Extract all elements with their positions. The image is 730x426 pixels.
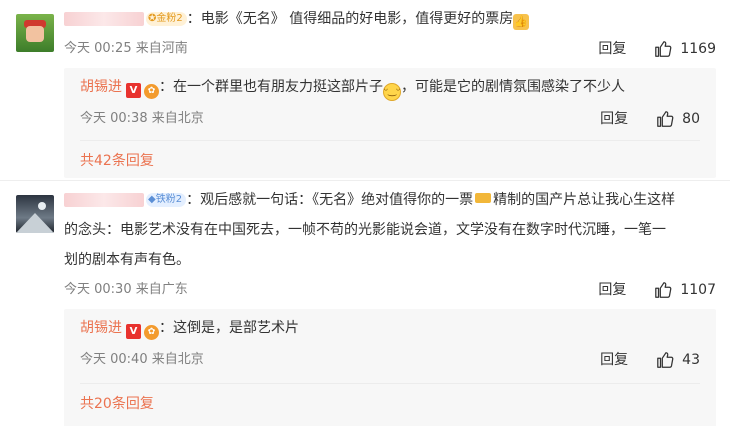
comment-actions: 回复 1169 (598, 34, 716, 64)
grin-emoji-icon: ᵕ‿ᵕ (383, 83, 401, 101)
reply-button[interactable]: 回复 (600, 345, 628, 375)
comment-text: 电影《无名》 值得细品的好电影，值得更好的票房 (200, 11, 514, 27)
thumbs-up-icon[interactable] (656, 110, 674, 128)
reply-author[interactable]: 胡锡进 (80, 79, 122, 95)
comment-text-line3: 划的剧本有声有色。 (64, 252, 190, 268)
reply-line: 胡锡进 V ✿ ：这倒是，是部艺术片 (80, 309, 716, 345)
comment-text: 观后感就一句话：《无名》绝对值得你的一票 (200, 192, 474, 208)
fan-badge[interactable]: ✪金粉2 (146, 12, 187, 26)
medal-icon: ✿ (144, 325, 159, 340)
reply-meta: 今天 00:38 来自北京 回复 80 (80, 104, 716, 134)
comment-text-line2: 的念头：电影艺术没有在中国死去，一帧不苟的光影能说会道，文学没有在数字时代沉睡，… (64, 222, 666, 238)
comment-location: 来自广东 (135, 282, 188, 297)
thumbs-up-icon[interactable] (654, 40, 672, 58)
reply-text: 这倒是，是部艺术片 (173, 320, 299, 336)
thumbs-up-icon[interactable] (656, 351, 674, 369)
avatar[interactable] (16, 14, 54, 52)
colon: ： (186, 11, 201, 27)
more-replies-link[interactable]: 共42条回复 (80, 140, 700, 181)
reply-time: 今天 00:40 (80, 352, 148, 367)
comment-text-cont: 精制的国产片总让我心生这样 (493, 192, 676, 208)
comment-item: ◆铁粉2 ：观后感就一句话：《无名》绝对值得你的一票 精制的国产片总让我心生这样 的念… (0, 180, 730, 426)
reply-location: 来自北京 (151, 111, 204, 126)
reply-author[interactable]: 胡锡进 (80, 320, 122, 336)
reply-box: 胡锡进 V ✿ ：在一个群里也有朋友力挺这部片子ᵕ‿ᵕ，可能是它的剧情氛围感染了不少人… (64, 68, 716, 178)
like-count: 1169 (680, 41, 716, 57)
comment-item: ✪金粉2 ：电影《无名》 值得细品的好电影，值得更好的票房👍 今天 00:25 来… (0, 0, 730, 180)
avatar-moon-shape (38, 202, 46, 210)
avatar-face-shape (26, 26, 44, 42)
more-replies-link[interactable]: 共20条回复 (80, 383, 700, 424)
avatar-mountain-shape (16, 213, 54, 233)
colon: ： (159, 320, 173, 336)
ticket-emoji-icon (475, 193, 492, 203)
reply-time: 今天 00:38 (80, 111, 148, 126)
verified-v-icon: V (126, 83, 141, 98)
reply-meta: 今天 00:40 来自北京 回复 43 (80, 345, 716, 375)
comment-meta: 今天 00:30 来自广东 回复 1107 (64, 275, 730, 305)
reply-location: 来自北京 (151, 352, 204, 367)
reply-button[interactable]: 回复 (600, 104, 628, 134)
username-blurred[interactable] (64, 12, 144, 26)
comment-time: 今天 00:30 (64, 282, 132, 297)
reply-actions: 回复 43 (600, 345, 700, 375)
diamond-icon: ◆ (148, 194, 156, 205)
like-count: 1107 (680, 282, 716, 298)
reply-box: 胡锡进 V ✿ ：这倒是，是部艺术片 今天 00:40 来自北京 回复 43 共20条… (64, 309, 716, 426)
fan-badge-label: 金粉2 (156, 13, 183, 24)
like-count: 43 (682, 352, 700, 368)
like-count: 80 (682, 111, 700, 127)
verified-v-icon: V (126, 324, 141, 339)
avatar[interactable] (16, 195, 54, 233)
thumbs-up-emoji-icon: 👍 (513, 14, 530, 30)
comment-body: ✪金粉2 ：电影《无名》 值得细品的好电影，值得更好的票房👍 (64, 0, 730, 34)
username-blurred[interactable] (64, 193, 144, 207)
reply-actions: 回复 80 (600, 104, 700, 134)
medal-icon: ✿ (144, 84, 159, 99)
fan-badge[interactable]: ◆铁粉2 (146, 193, 187, 207)
thumbs-up-icon[interactable] (654, 281, 672, 299)
colon: ： (186, 192, 201, 208)
comment-location: 来自河南 (135, 41, 188, 56)
fan-badge-label: 铁粉2 (155, 194, 183, 205)
reply-line: 胡锡进 V ✿ ：在一个群里也有朋友力挺这部片子ᵕ‿ᵕ，可能是它的剧情氛围感染了不少人 (80, 68, 716, 104)
comment-actions: 回复 1107 (598, 275, 716, 305)
reply-button[interactable]: 回复 (598, 34, 626, 64)
comment-body: ◆铁粉2 ：观后感就一句话：《无名》绝对值得你的一票 精制的国产片总让我心生这样的念… (64, 181, 730, 275)
reply-text: 在一个群里也有朋友力挺这部片子 (173, 79, 383, 95)
reply-button[interactable]: 回复 (598, 275, 626, 305)
colon: ： (159, 79, 173, 95)
comment-time: 今天 00:25 (64, 41, 132, 56)
comment-meta: 今天 00:25 来自河南 回复 1169 (64, 34, 730, 64)
reply-text-cont: ，可能是它的剧情氛围感染了不少人 (401, 79, 625, 95)
